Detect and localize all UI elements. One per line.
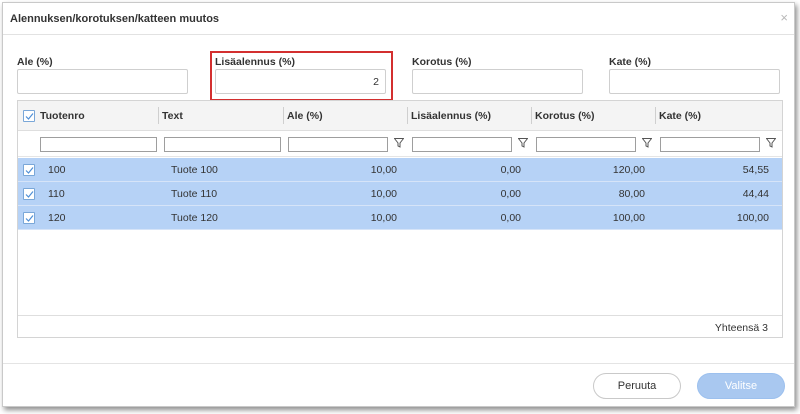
funnel-icon[interactable] [766,138,776,148]
col-ale[interactable]: Ale (%) [287,110,323,122]
row-count: Yhteensä 3 [714,322,768,334]
col-separator [655,107,656,124]
select-button[interactable]: Valitse [697,373,785,399]
filter-lisaalennus[interactable] [412,137,512,152]
filter-row [18,131,782,157]
filter-ale[interactable] [288,137,388,152]
table-row[interactable]: 100 Tuote 100 10,00 0,00 120,00 54,55 [18,158,782,182]
cell-korotus: 120,00 [612,164,645,176]
close-icon[interactable]: × [780,10,788,25]
grid-header: Tuotenro Text Ale (%) Lisäalennus (%) Ko… [18,101,782,131]
discount-dialog: Alennuksen/korotuksen/katteen muutos × A… [2,2,795,407]
row-checkbox[interactable] [23,164,35,176]
col-lisaalennus[interactable]: Lisäalennus (%) [411,110,491,122]
ale-input[interactable] [17,69,188,94]
cell-text: Tuote 120 [171,212,218,224]
col-separator [531,107,532,124]
cell-tuotenro: 100 [48,164,66,176]
cell-ale: 10,00 [370,188,397,200]
lisaalennus-input[interactable] [215,69,386,94]
cell-korotus: 80,00 [618,188,645,200]
cell-korotus: 100,00 [612,212,645,224]
filter-tuotenro[interactable] [40,137,157,152]
funnel-icon[interactable] [518,138,528,148]
table-row[interactable]: 120 Tuote 120 10,00 0,00 100,00 100,00 [18,206,782,230]
cell-text: Tuote 100 [171,164,218,176]
col-kate[interactable]: Kate (%) [659,110,701,122]
row-checkbox[interactable] [23,212,35,224]
table-row[interactable]: 110 Tuote 110 10,00 0,00 80,00 44,44 [18,182,782,206]
funnel-icon[interactable] [642,138,652,148]
cell-text: Tuote 110 [171,188,218,200]
select-all-checkbox[interactable] [23,110,35,122]
cancel-button[interactable]: Peruuta [593,373,681,399]
cell-lisaalennus: 0,00 [500,164,521,176]
cell-ale: 10,00 [370,164,397,176]
product-grid: Tuotenro Text Ale (%) Lisäalennus (%) Ko… [17,100,783,338]
col-separator [407,107,408,124]
cell-tuotenro: 110 [48,188,65,200]
dialog-title: Alennuksen/korotuksen/katteen muutos [10,13,220,25]
cell-lisaalennus: 0,00 [500,188,521,200]
row-checkbox[interactable] [23,188,35,200]
footer-divider [3,363,794,364]
filter-korotus[interactable] [536,137,636,152]
cell-lisaalennus: 0,00 [500,212,521,224]
col-text[interactable]: Text [162,110,183,122]
kate-input[interactable] [609,69,780,94]
cell-ale: 10,00 [370,212,397,224]
cell-kate: 44,44 [742,188,769,200]
ale-label: Ale (%) [17,56,53,68]
col-korotus[interactable]: Korotus (%) [535,110,595,122]
col-separator [283,107,284,124]
cell-kate: 100,00 [736,212,769,224]
col-separator [158,107,159,124]
korotus-input[interactable] [412,69,583,94]
dialog-titlebar: Alennuksen/korotuksen/katteen muutos × [3,3,794,35]
filter-kate[interactable] [660,137,760,152]
col-tuotenro[interactable]: Tuotenro [40,110,85,122]
korotus-label: Korotus (%) [412,56,472,68]
cell-tuotenro: 120 [48,212,66,224]
filter-text[interactable] [164,137,281,152]
cell-kate: 54,55 [742,164,769,176]
kate-label: Kate (%) [609,56,652,68]
funnel-icon[interactable] [394,138,404,148]
grid-footer: Yhteensä 3 [18,315,782,337]
lisaalennus-label: Lisäalennus (%) [215,56,295,68]
